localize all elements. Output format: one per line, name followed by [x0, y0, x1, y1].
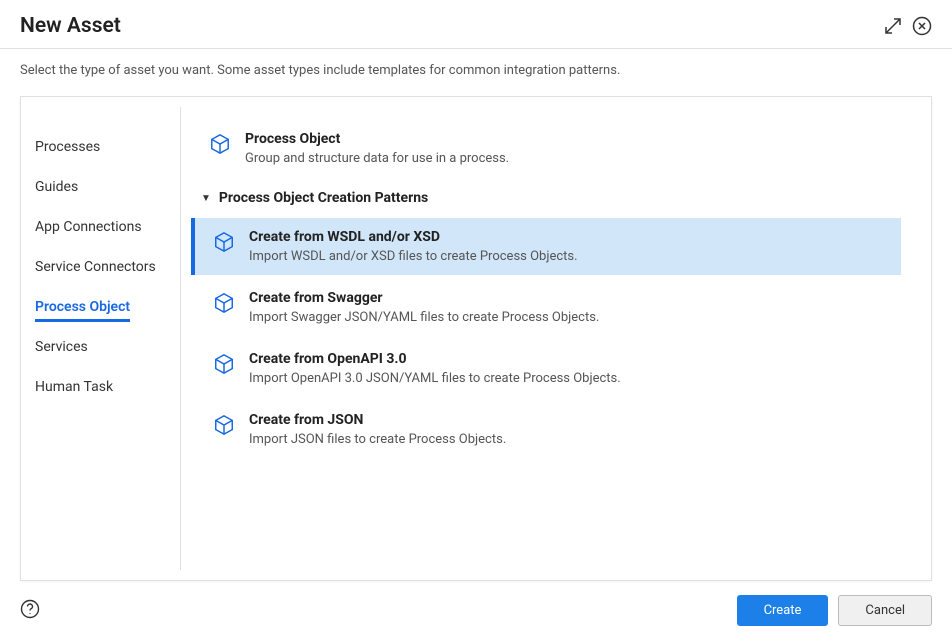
sidebar-item-process-object[interactable]: Process Object [21, 287, 180, 327]
option-info: Create from Swagger Import Swagger JSON/… [249, 290, 599, 325]
cube-icon [213, 414, 235, 436]
sidebar-item-processes[interactable]: Processes [21, 127, 180, 167]
asset-options-main: Process Object Group and structure data … [181, 97, 931, 580]
sidebar-item-services[interactable]: Services [21, 327, 180, 367]
sidebar-item-app-connections[interactable]: App Connections [21, 207, 180, 247]
asset-category-sidebar: Processes Guides App Connections Service… [21, 107, 181, 570]
option-desc: Import JSON files to create Process Obje… [249, 432, 506, 447]
option-create-from-openapi[interactable]: Create from OpenAPI 3.0 Import OpenAPI 3… [191, 340, 901, 397]
option-title: Create from WSDL and/or XSD [249, 229, 578, 245]
chevron-down-icon: ▼ [201, 193, 211, 204]
option-desc: Import WSDL and/or XSD files to create P… [249, 249, 578, 264]
expand-icon[interactable] [884, 17, 902, 35]
cube-icon [213, 292, 235, 314]
footer-buttons: Create Cancel [737, 595, 932, 626]
option-create-from-swagger[interactable]: Create from Swagger Import Swagger JSON/… [191, 279, 901, 336]
option-create-from-wsdl-xsd[interactable]: Create from WSDL and/or XSD Import WSDL … [191, 218, 901, 275]
dialog-content: Select the type of asset you want. Some … [0, 49, 952, 581]
sidebar-item-guides[interactable]: Guides [21, 167, 180, 207]
asset-panel: Processes Guides App Connections Service… [20, 96, 932, 581]
create-button[interactable]: Create [737, 595, 829, 626]
dialog-footer: Create Cancel [0, 581, 952, 642]
option-desc: Import Swagger JSON/YAML files to create… [249, 310, 599, 325]
dialog-title: New Asset [20, 14, 121, 38]
help-icon[interactable] [20, 599, 40, 623]
asset-type-desc: Group and structure data for use in a pr… [245, 151, 509, 166]
option-create-from-json[interactable]: Create from JSON Import JSON files to cr… [191, 401, 901, 458]
option-info: Create from WSDL and/or XSD Import WSDL … [249, 229, 578, 264]
sidebar-item-service-connectors[interactable]: Service Connectors [21, 247, 180, 287]
option-title: Create from JSON [249, 412, 506, 428]
close-icon[interactable] [912, 16, 932, 36]
option-title: Create from OpenAPI 3.0 [249, 351, 621, 367]
cube-icon [213, 231, 235, 253]
option-info: Create from OpenAPI 3.0 Import OpenAPI 3… [249, 351, 621, 386]
dialog-subtitle: Select the type of asset you want. Some … [20, 63, 932, 78]
option-desc: Import OpenAPI 3.0 JSON/YAML files to cr… [249, 371, 621, 386]
header-icons [884, 16, 932, 36]
creation-patterns-header[interactable]: ▼ Process Object Creation Patterns [191, 182, 901, 214]
dialog-header: New Asset [0, 0, 952, 49]
option-title: Create from Swagger [249, 290, 599, 306]
section-title: Process Object Creation Patterns [219, 190, 428, 206]
cancel-button[interactable]: Cancel [838, 595, 932, 626]
asset-type-row: Process Object Group and structure data … [191, 121, 901, 176]
asset-type-title: Process Object [245, 131, 509, 147]
option-info: Create from JSON Import JSON files to cr… [249, 412, 506, 447]
cube-icon [209, 133, 231, 155]
sidebar-item-human-task[interactable]: Human Task [21, 367, 180, 407]
cube-icon [213, 353, 235, 375]
asset-type-info: Process Object Group and structure data … [245, 131, 509, 166]
